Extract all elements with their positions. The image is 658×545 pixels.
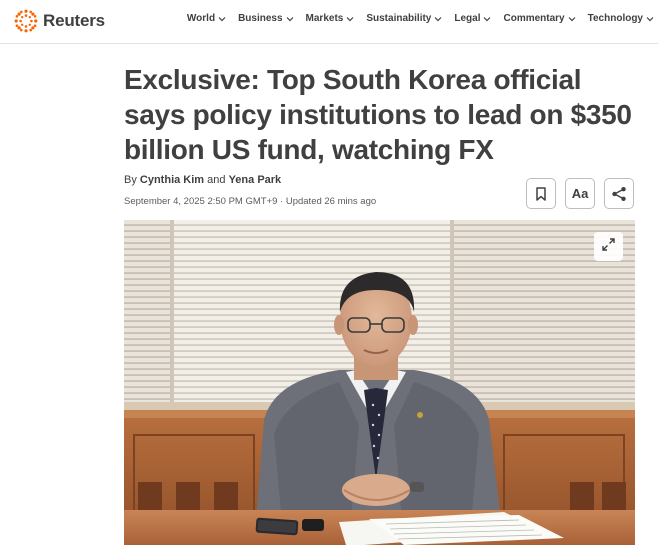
expand-icon: [602, 237, 615, 256]
nav-item-markets[interactable]: Markets: [306, 13, 355, 24]
site-header: Reuters World Business Markets Sustainab…: [0, 0, 658, 44]
nav-item-business[interactable]: Business: [238, 13, 293, 24]
nav-item-label: Legal: [454, 13, 481, 24]
chevron-down-icon: [218, 15, 226, 23]
nav-item-legal[interactable]: Legal: [454, 13, 491, 24]
nav-item-commentary[interactable]: Commentary: [503, 13, 576, 24]
chevron-down-icon: [286, 15, 294, 23]
nav-item-label: Technology: [587, 13, 643, 24]
chevron-down-icon: [434, 15, 442, 23]
chevron-down-icon: [646, 15, 654, 23]
chevron-down-icon: [568, 15, 576, 23]
reuters-logo-icon: [14, 9, 38, 33]
nav-item-label: Commentary: [503, 13, 565, 24]
nav-item-label: Markets: [305, 13, 344, 24]
byline-joiner: and: [207, 174, 226, 186]
share-button[interactable]: [604, 178, 634, 209]
author-link[interactable]: Yena Park: [229, 174, 282, 186]
nav-item-world[interactable]: World: [187, 13, 226, 24]
byline: By Cynthia Kim and Yena Park: [124, 174, 281, 186]
byline-prefix: By: [124, 174, 137, 186]
nav-item-label: Sustainability: [366, 13, 432, 24]
article-dateline: September 4, 2025 2:50 PM GMT+9 · Update…: [124, 196, 377, 207]
reuters-logo[interactable]: Reuters: [14, 9, 105, 33]
bookmark-button[interactable]: [526, 178, 556, 209]
photo-scene: [124, 220, 635, 545]
bookmark-icon: [535, 186, 547, 201]
text-size-button[interactable]: Aa: [565, 178, 595, 209]
share-icon: [611, 186, 627, 202]
nav-item-label: Business: [238, 13, 283, 24]
chevron-down-icon: [346, 15, 354, 23]
nav-item-technology[interactable]: Technology: [588, 13, 654, 24]
nav-item-sustainability[interactable]: Sustainability: [366, 13, 442, 24]
chevron-down-icon: [483, 15, 491, 23]
text-size-label: Aa: [571, 186, 589, 201]
reuters-logo-text: Reuters: [43, 11, 105, 30]
article-headline: Exclusive: Top South Korea official says…: [124, 64, 632, 165]
nav-item-label: World: [186, 13, 216, 24]
article-actions: Aa: [526, 178, 634, 209]
author-link[interactable]: Cynthia Kim: [140, 174, 204, 186]
main-nav: World Business Markets Sustainability Le…: [187, 13, 654, 24]
article-photo[interactable]: [124, 220, 635, 545]
expand-photo-button[interactable]: [594, 232, 623, 261]
